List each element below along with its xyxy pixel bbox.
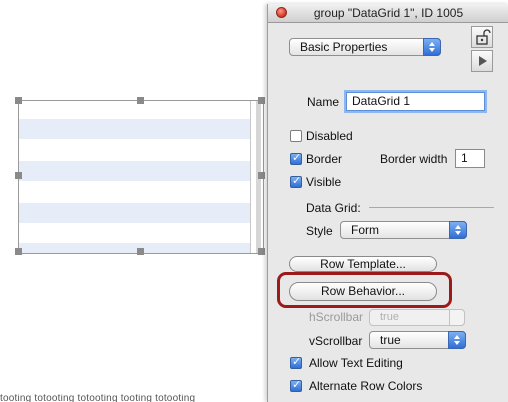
property-inspector: group "DataGrid 1", ID 1005 Basic Proper…: [267, 4, 508, 402]
run-button[interactable]: [471, 50, 493, 72]
selection-handle[interactable]: [137, 248, 144, 255]
vscrollbar-popup-value: true: [380, 333, 401, 347]
visible-label: Visible: [306, 175, 342, 189]
row-behavior-button[interactable]: Row Behavior...: [289, 282, 437, 301]
popup-arrows-icon: [449, 309, 465, 326]
disabled-label: Disabled: [306, 129, 353, 143]
vscrollbar-popup[interactable]: true: [369, 331, 466, 349]
hscrollbar-popup-value: true: [380, 311, 399, 323]
style-popup-value: Form: [351, 223, 379, 237]
hscrollbar-popup: true: [369, 309, 465, 326]
section-divider: [369, 207, 494, 208]
border-width-label: Border width: [380, 152, 448, 166]
section-popup[interactable]: Basic Properties: [289, 38, 441, 56]
alternate-row: [19, 161, 250, 181]
popup-arrows-icon: [449, 221, 467, 239]
selection-handle[interactable]: [15, 97, 22, 104]
selection-handle[interactable]: [258, 97, 265, 104]
style-label: Style: [306, 224, 333, 238]
vscrollbar-label: vScrollbar: [309, 334, 363, 348]
editing-canvas: tooting totooting totooting tooting toto…: [0, 0, 270, 402]
border-label: Border: [306, 152, 343, 166]
disabled-checkbox[interactable]: [290, 130, 302, 142]
selection-handle[interactable]: [258, 248, 265, 255]
alternate-row: [19, 243, 250, 253]
alternate-row-colors-checkbox[interactable]: [290, 378, 302, 392]
selection-handle[interactable]: [15, 172, 22, 179]
section-popup-value: Basic Properties: [300, 40, 388, 54]
style-popup[interactable]: Form: [340, 221, 467, 239]
datagrid-section-label: Data Grid:: [306, 201, 361, 215]
popup-arrows-icon: [423, 38, 441, 56]
inspector-title: group "DataGrid 1", ID 1005: [313, 6, 464, 20]
allow-text-editing-label: Allow Text Editing: [309, 356, 403, 370]
border-checkbox[interactable]: [290, 151, 302, 165]
border-width-field[interactable]: 1: [455, 149, 485, 168]
selection-handle[interactable]: [15, 248, 22, 255]
lock-icon: [476, 29, 491, 45]
alternate-row: [19, 119, 250, 139]
name-field[interactable]: DataGrid 1: [346, 92, 485, 111]
alternate-row-colors-label: Alternate Row Colors: [309, 379, 423, 393]
lock-button[interactable]: [471, 26, 493, 48]
inspector-titlebar[interactable]: group "DataGrid 1", ID 1005: [268, 4, 508, 23]
popup-arrows-icon: [448, 331, 466, 349]
selection-handle[interactable]: [137, 97, 144, 104]
allow-text-editing-checkbox[interactable]: [290, 355, 302, 369]
alternate-row: [19, 203, 250, 223]
canvas-bottom-text: tooting totooting totooting tooting toto…: [0, 394, 196, 402]
selection-handle[interactable]: [258, 172, 265, 179]
datagrid-preview[interactable]: [18, 100, 264, 254]
play-icon: [479, 56, 487, 66]
row-template-button[interactable]: Row Template...: [289, 256, 437, 272]
visible-checkbox[interactable]: [290, 174, 302, 188]
hscrollbar-label: hScrollbar: [309, 310, 364, 324]
name-label: Name: [307, 95, 340, 109]
